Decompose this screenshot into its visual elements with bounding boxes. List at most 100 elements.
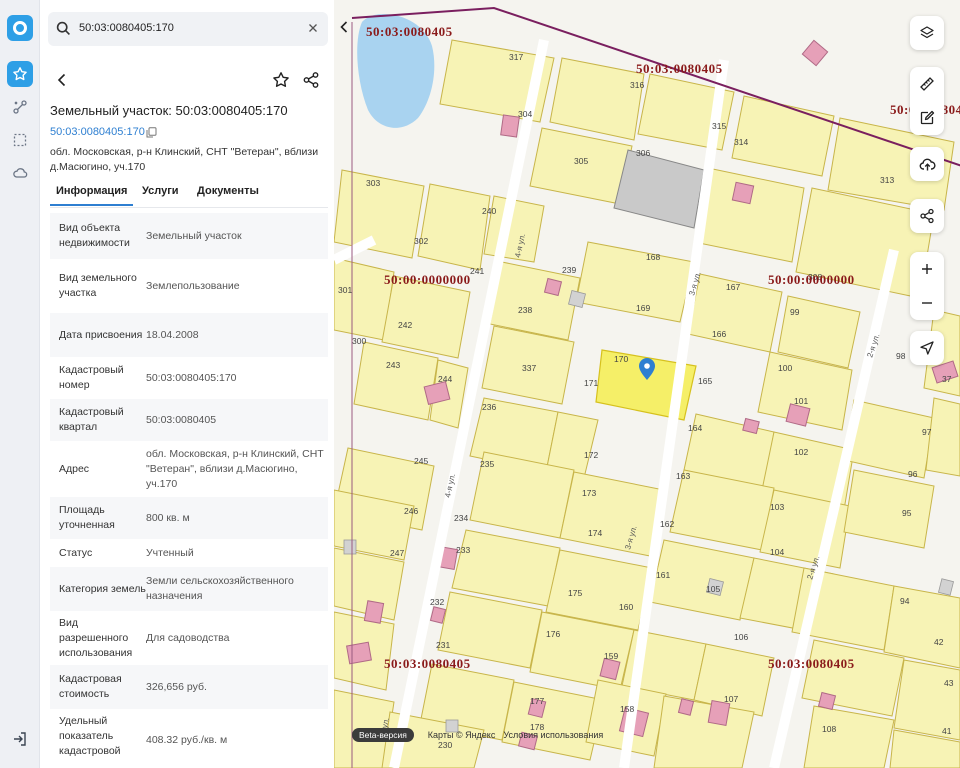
parcel-number: 231 [436,640,450,650]
parcel-number: 235 [480,459,494,469]
layers-icon [920,26,934,39]
row-value: Учтенный [146,546,194,559]
parcel-number: 240 [482,206,496,216]
table-row: Кадастровый номер 50:03:0080405:170 [50,357,328,399]
clear-search-icon[interactable] [306,21,320,35]
area-select-nav-button[interactable] [7,127,33,153]
parcel-number: 158 [620,704,634,714]
row-value: обл. Московская, р-н Клинский, СНТ "Вете… [146,447,324,490]
row-key: Вид разрешенного использования [59,616,133,659]
beta-badge[interactable]: Beta-версия [352,727,414,742]
tab-information[interactable]: Информация [50,185,134,206]
terms-link[interactable]: Условия использования [503,730,603,740]
navigation-arrow-icon [920,341,934,355]
row-key: Статус [59,546,93,559]
collapse-panel-icon[interactable] [336,16,352,38]
parcel-number: 43 [944,678,954,688]
back-button[interactable] [52,70,72,90]
parcel-number: 108 [822,724,836,734]
favorite-star-icon[interactable] [272,71,290,89]
tab-services[interactable]: Услуги [142,185,179,197]
share-icon[interactable] [302,71,320,89]
geolocation-button[interactable] [910,331,944,365]
parcel-number: 94 [900,596,910,606]
parcel-number: 169 [636,303,650,313]
parcel-number: 304 [518,109,532,119]
cloud-nav-button[interactable] [7,160,33,186]
map-canvas[interactable]: 317 316 315 314 313 305 306 303 304 302 240 241 239 1… [334,0,960,768]
row-key: Кадастровая стоимость [59,673,122,700]
edit-icon [920,110,935,125]
zoom-in-button[interactable] [910,252,944,286]
logout-icon [14,732,26,746]
row-key: Удельный показатель кадастровой [59,715,121,757]
parcel-number: 313 [880,175,894,185]
parcel-number: 233 [456,545,470,555]
row-value: 18.04.2008 [146,328,199,341]
favorites-nav-button[interactable] [7,61,33,87]
parcel-number: 103 [770,502,784,512]
logout-button[interactable] [12,731,28,747]
layers-button[interactable] [910,16,944,50]
search-icon[interactable] [56,21,71,36]
app-logo-icon[interactable] [7,15,33,41]
cloud-upload-icon [919,158,936,171]
parcel-number: 105 [706,584,720,594]
zoom-out-button[interactable] [910,286,944,320]
row-key: Категория земель [59,582,146,595]
parcel-number: 239 [562,265,576,275]
row-value: Земельный участок [146,229,242,242]
tab-documents[interactable]: Документы [197,185,259,197]
parcel-number: 241 [470,266,484,276]
app-root: 50:03:0080405:170 Земельный участок: 50:… [0,0,960,768]
edit-button[interactable] [910,101,944,135]
tab-divider [50,207,328,208]
row-value: 800 кв. м [146,511,190,524]
search-input[interactable]: 50:03:0080405:170 [79,22,174,34]
parcel-number: 303 [366,178,380,188]
parcel-number: 242 [398,320,412,330]
parcel-number: 174 [588,528,602,538]
parcel-number: 316 [630,80,644,90]
parcel-number: 166 [712,329,726,339]
search-bar[interactable]: 50:03:0080405:170 [48,12,328,46]
parcel-number: 37 [942,374,952,384]
table-row: Площадь уточненная 800 кв. м [50,497,328,539]
map-share-button[interactable] [910,199,944,233]
row-value: 50:03:0080405 [146,413,217,426]
parcel-number: 170 [614,354,628,364]
parcel[interactable] [417,183,491,271]
page-title: Земельный участок: 50:03:0080405:170 [50,103,288,118]
table-row: Адрес обл. Московская, р-н Клинский, СНТ … [50,441,328,497]
copy-icon[interactable] [146,127,157,138]
map-copyright[interactable]: Карты © Яндекс [428,730,496,740]
ruler-button[interactable] [910,67,944,101]
parcel-number: 177 [530,696,544,706]
parcel-number: 96 [908,469,918,479]
upload-button[interactable] [910,147,944,181]
row-key: Вид объекта недвижимости [59,222,130,249]
parcel-number: 171 [584,378,598,388]
table-row: Кадастровая стоимость 326,656 руб. [50,665,328,709]
share-icon [920,208,934,224]
quarter-label: 50:03:0080405 [384,656,471,671]
route-icon [13,100,27,114]
tab-bar: Информация Услуги Документы [50,182,328,208]
table-row: Кадастровый квартал 50:03:0080405 [50,399,328,441]
parcel-number: 162 [660,519,674,529]
parcel-number: 300 [352,336,366,346]
cadastral-map[interactable]: 317 316 315 314 313 305 306 303 304 302 240 241 239 1… [334,0,960,768]
table-row: Удельный показатель кадастровой 408.32 ру… [50,709,328,768]
parcel-number: 107 [724,694,738,704]
parcel-number: 161 [656,570,670,580]
routes-nav-button[interactable] [7,94,33,120]
parcel-number: 234 [454,513,468,523]
parcel-number: 337 [522,363,536,373]
map-footer: Beta-версия Карты © Яндекс Условия испол… [352,727,611,742]
parcel-number: 163 [676,471,690,481]
left-rail [0,0,40,768]
cadastral-number-link[interactable]: 50:03:0080405:170 [50,126,145,138]
quarter-label: 50:03:0080405 [768,656,855,671]
row-key: Площадь уточненная [59,504,115,531]
parcel-number: 42 [934,637,944,647]
